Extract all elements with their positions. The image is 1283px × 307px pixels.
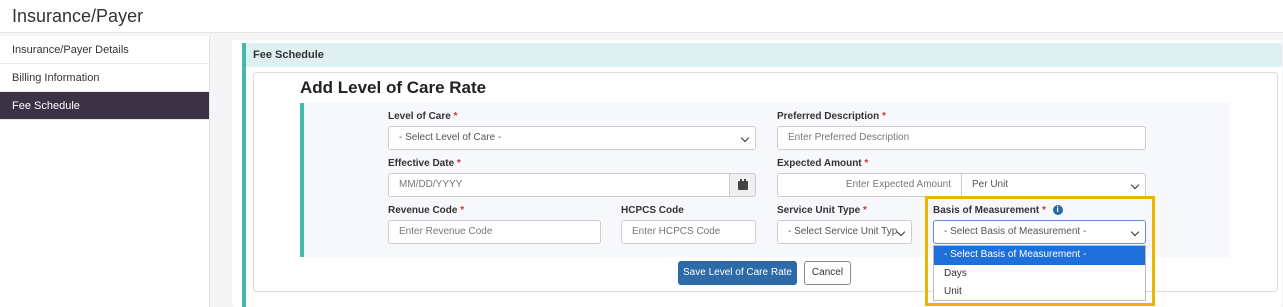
dropdown-option[interactable]: Days (934, 265, 1145, 284)
page-title: Insurance/Payer (12, 6, 144, 26)
top-bar: Insurance/Payer (0, 0, 1283, 33)
revenue-code-input[interactable]: Enter Revenue Code (388, 220, 601, 244)
preferred-description-label: Preferred Description * (777, 111, 886, 122)
section-title: Fee Schedule (253, 49, 324, 61)
cancel-button[interactable]: Cancel (804, 261, 851, 285)
chevron-down-icon (740, 133, 750, 143)
dropdown-option[interactable]: Unit (934, 283, 1145, 302)
preferred-description-input[interactable]: Enter Preferred Description (777, 126, 1146, 150)
level-of-care-select[interactable]: - Select Level of Care - (388, 126, 756, 150)
level-of-care-value: - Select Level of Care - (399, 132, 502, 143)
service-unit-type-select[interactable]: - Select Service Unit Typ (777, 220, 912, 244)
chevron-down-icon (896, 227, 906, 237)
level-of-care-label: Level of Care * (388, 111, 458, 122)
effective-date-input[interactable]: MM/DD/YYYY (388, 173, 730, 197)
accent-bar (242, 43, 246, 307)
hcpcs-code-input[interactable]: Enter HCPCS Code (621, 220, 756, 244)
info-icon[interactable]: i (1052, 205, 1063, 215)
section-header: Fee Schedule (246, 43, 1282, 67)
sidebar-item-insurance-payer-details[interactable]: Insurance/Payer Details (0, 36, 209, 64)
chevron-down-icon (1130, 227, 1140, 237)
date-picker-button[interactable] (729, 173, 756, 197)
form-title: Add Level of Care Rate (300, 78, 487, 97)
dropdown-option[interactable]: - Select Basis of Measurement - (934, 246, 1145, 265)
sidebar-item-billing-information[interactable]: Billing Information (0, 64, 209, 92)
save-level-of-care-rate-button[interactable]: Save Level of Care Rate (678, 261, 797, 285)
service-unit-type-label: Service Unit Type * (777, 205, 867, 216)
expected-amount-label: Expected Amount * (777, 158, 869, 169)
revenue-code-label: Revenue Code * (388, 205, 465, 216)
basis-of-measurement-label: Basis of Measurement * i (933, 205, 1063, 216)
calendar-icon (738, 179, 748, 190)
sidebar-item-fee-schedule[interactable]: Fee Schedule (0, 92, 209, 120)
hcpcs-code-label: HCPCS Code (621, 205, 684, 216)
chevron-down-icon (1130, 180, 1140, 190)
amount-unit-select[interactable]: Per Unit (961, 173, 1146, 197)
expected-amount-input[interactable]: Enter Expected Amount (777, 173, 962, 197)
sidebar: Insurance/Payer Details Billing Informat… (0, 36, 210, 307)
effective-date-label: Effective Date * (388, 158, 461, 169)
basis-of-measurement-select[interactable]: - Select Basis of Measurement - (933, 220, 1146, 244)
basis-of-measurement-dropdown: - Select Basis of Measurement - Days Uni… (933, 245, 1146, 301)
